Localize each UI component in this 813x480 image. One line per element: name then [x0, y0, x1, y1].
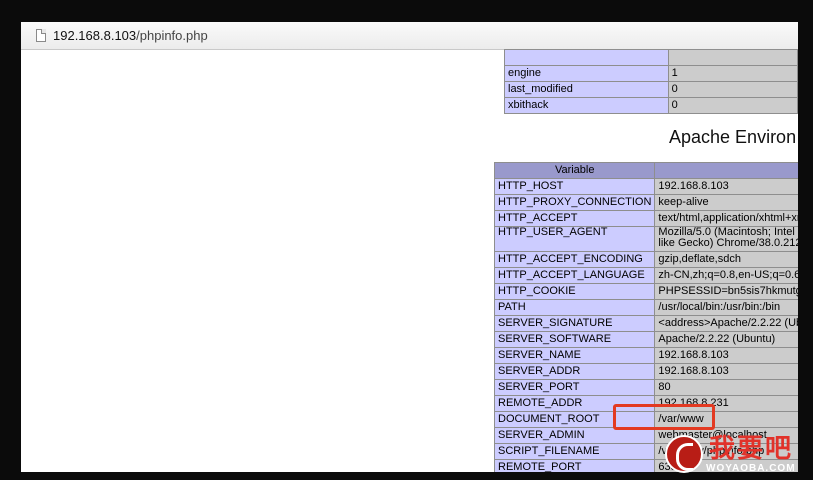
- env-variable-name: SERVER_ADDR: [493, 363, 656, 380]
- column-header-value: [654, 162, 798, 179]
- env-variable-value: 192.168.8.103: [654, 347, 798, 364]
- watermark-domain: WOYAOBA.COM: [706, 463, 796, 474]
- env-variable-name: HTTP_ACCEPT_LANGUAGE: [493, 267, 656, 284]
- table-row: HTTP_PROXY_CONNECTION keep-alive: [493, 194, 798, 211]
- env-variable-value: 192.168.8.103: [654, 178, 798, 195]
- table-row: [504, 49, 798, 66]
- config-name: [504, 49, 669, 66]
- table-header-row: Variable: [493, 162, 798, 179]
- column-header-variable: Variable: [493, 162, 656, 179]
- section-title: Apache Environ: [669, 127, 797, 147]
- env-variable-value: /usr/local/bin:/usr/bin:/bin: [654, 299, 798, 316]
- table-row: SERVER_NAME 192.168.8.103: [493, 347, 798, 364]
- env-variable-name: HTTP_COOKIE: [493, 283, 656, 300]
- watermark-title: 我要吧: [709, 433, 794, 463]
- env-variable-name: SERVER_SIGNATURE: [493, 315, 656, 332]
- table-row: last_modified 0: [504, 81, 798, 98]
- env-variable-name: HTTP_HOST: [493, 178, 656, 195]
- config-value: 1: [667, 65, 798, 82]
- env-variable-value: text/html,application/xhtml+xml,a: [654, 210, 798, 227]
- env-variable-value: keep-alive: [654, 194, 798, 211]
- env-variable-name: HTTP_USER_AGENT: [493, 226, 656, 252]
- table-row: xbithack 0: [504, 97, 798, 114]
- env-value-line: like Gecko) Chrome/38.0.2125.10: [658, 237, 798, 249]
- env-variable-name: SCRIPT_FILENAME: [493, 443, 656, 460]
- env-variable-value: PHPSESSID=bn5sis7hkmutgblscpdf: [654, 283, 798, 300]
- table-row: engine 1: [504, 65, 798, 82]
- url-host: 192.168.8.103: [53, 28, 137, 43]
- env-variable-name: SERVER_NAME: [493, 347, 656, 364]
- env-variable-name: REMOTE_PORT: [493, 459, 656, 472]
- config-name: engine: [504, 65, 669, 82]
- env-variable-value: Mozilla/5.0 (Macintosh; Intel Maclike Ge…: [654, 226, 798, 252]
- table-row: HTTP_ACCEPT_LANGUAGE zh-CN,zh;q=0.8,en-U…: [493, 267, 798, 284]
- env-variable-value: zh-CN,zh;q=0.8,en-US;q=0.6,en;q=: [654, 267, 798, 284]
- config-name: xbithack: [504, 97, 669, 114]
- env-variable-value: 80: [654, 379, 798, 396]
- url-path: /phpinfo.php: [136, 28, 208, 43]
- table-row: SERVER_PORT 80: [493, 379, 798, 396]
- table-row: SERVER_SIGNATURE <address>Apache/2.2.22 …: [493, 315, 798, 332]
- watermark: 我要吧 WOYAOBA.COM: [665, 425, 813, 480]
- config-value: 0: [667, 97, 798, 114]
- env-variable-name: HTTP_ACCEPT_ENCODING: [493, 251, 656, 268]
- env-variable-value: Apache/2.2.22 (Ubuntu): [654, 331, 798, 348]
- table-row: HTTP_USER_AGENT Mozilla/5.0 (Macintosh; …: [493, 226, 798, 252]
- table-row: SERVER_ADDR 192.168.8.103: [493, 363, 798, 380]
- config-name: last_modified: [504, 81, 669, 98]
- table-row: PATH /usr/local/bin:/usr/bin:/bin: [493, 299, 798, 316]
- page-icon: [36, 29, 46, 42]
- table-row: HTTP_HOST 192.168.8.103: [493, 178, 798, 195]
- env-variable-name: SERVER_SOFTWARE: [493, 331, 656, 348]
- env-variable-value: <address>Apache/2.2.22 (Ubuntu: [654, 315, 798, 332]
- apache-config-table: engine 1 last_modified 0 xbithack 0: [504, 49, 798, 114]
- env-variable-name: HTTP_PROXY_CONNECTION: [493, 194, 656, 211]
- table-row: SERVER_SOFTWARE Apache/2.2.22 (Ubuntu): [493, 331, 798, 348]
- env-variable-value: 192.168.8.103: [654, 363, 798, 380]
- env-variable-name: HTTP_ACCEPT: [493, 210, 656, 227]
- config-value: [667, 49, 798, 66]
- env-variable-name: PATH: [493, 299, 656, 316]
- address-bar[interactable]: 192.168.8.103/phpinfo.php: [21, 22, 798, 50]
- watermark-logo-icon: [665, 435, 703, 473]
- table-row: HTTP_ACCEPT_ENCODING gzip,deflate,sdch: [493, 251, 798, 268]
- env-variable-value: gzip,deflate,sdch: [654, 251, 798, 268]
- url-text[interactable]: 192.168.8.103/phpinfo.php: [53, 28, 208, 43]
- table-row: HTTP_COOKIE PHPSESSID=bn5sis7hkmutgblscp…: [493, 283, 798, 300]
- table-row: HTTP_ACCEPT text/html,application/xhtml+…: [493, 210, 798, 227]
- config-value: 0: [667, 81, 798, 98]
- env-variable-name: SERVER_PORT: [493, 379, 656, 396]
